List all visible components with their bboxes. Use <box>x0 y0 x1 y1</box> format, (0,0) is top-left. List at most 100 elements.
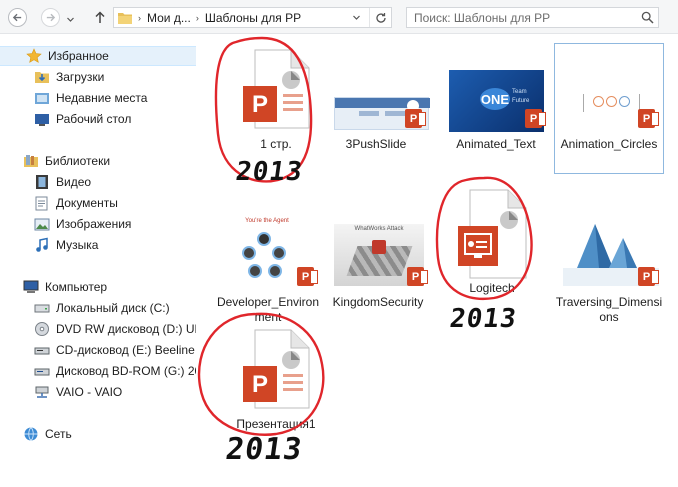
slide-thumbnail: P <box>559 44 660 134</box>
file-name: 1 стр. <box>260 137 292 151</box>
file-name: Презентация1 <box>236 417 316 431</box>
libraries-icon <box>23 153 39 169</box>
file-item[interactable]: You're the Agent P Developer_Environment <box>213 202 323 332</box>
search-icon[interactable] <box>636 11 658 24</box>
handwritten-year-annotation: 2013 <box>447 304 519 334</box>
back-arrow-icon <box>12 13 22 22</box>
powerpoint-file-icon: P <box>226 44 326 134</box>
up-button[interactable] <box>92 9 108 26</box>
sidebar-item-downloads[interactable]: Загрузки <box>34 67 104 87</box>
handwritten-year-annotation: 2013 <box>223 432 305 467</box>
slide-thumbnail: You're the Agent P <box>218 202 318 292</box>
breadcrumb-item-current[interactable]: Шаблоны для PP <box>205 11 301 25</box>
thumb-tag: Future <box>512 98 530 104</box>
sidebar-libraries[interactable]: Библиотеки <box>23 151 110 171</box>
sidebar-item-label: Дисковод BD-ROM (G:) 20 <box>56 364 196 378</box>
slide-thumbnail: WhatWorks Attack P <box>328 202 428 292</box>
sidebar-network[interactable]: Сеть <box>23 424 72 444</box>
file-name: KingdomSecurity <box>332 295 424 309</box>
sidebar-item-label: Изображения <box>56 217 132 231</box>
forward-arrow-icon <box>46 13 56 22</box>
sidebar-item-label: Музыка <box>56 238 99 252</box>
computer-icon <box>23 279 39 295</box>
thumb-tag: Team <box>512 89 527 95</box>
documents-library-icon <box>34 195 50 211</box>
sidebar-item-desktop[interactable]: Рабочий стол <box>34 109 131 129</box>
file-item[interactable]: ONE Team Future P Animated_Text <box>441 44 551 174</box>
refresh-button[interactable] <box>369 8 391 27</box>
file-item[interactable]: P Traversing_Dimensions <box>554 202 664 332</box>
dvd-drive-icon <box>34 321 50 337</box>
address-bar[interactable]: › Мои д... › Шаблоны для PP <box>113 7 392 28</box>
sidebar-item-label: VAIO - VAIO <box>56 385 123 399</box>
chevron-down-icon <box>352 15 360 20</box>
sidebar-item-label: CD-дисковод (E:) Beeline <box>56 343 195 357</box>
sidebar-item-drive-c[interactable]: Локальный диск (C:) <box>34 298 170 318</box>
navigation-bar: › Мои д... › Шаблоны для PP <box>0 0 678 34</box>
breadcrumb-item[interactable]: Мои д... <box>147 11 191 25</box>
sidebar-item-vaio[interactable]: VAIO - VAIO <box>34 382 122 402</box>
sidebar-item-label: DVD RW дисковод (D:) UN <box>56 322 196 336</box>
powerpoint-file-icon <box>442 178 542 290</box>
file-name: Traversing_Dimensions <box>555 295 663 324</box>
sidebar-section-label: Библиотеки <box>45 154 111 168</box>
sidebar-item-pictures[interactable]: Изображения <box>34 214 131 234</box>
thumb-title: You're the Agent <box>245 218 289 224</box>
sidebar-item-label: Недавние места <box>56 91 148 105</box>
sidebar-item-video[interactable]: Видео <box>34 172 91 192</box>
sidebar-item-drive-e[interactable]: CD-дисковод (E:) Beeline <box>34 340 195 360</box>
forward-button[interactable] <box>41 8 60 27</box>
sidebar-item-label: Загрузки <box>56 70 105 84</box>
pictures-library-icon <box>34 216 50 232</box>
sidebar-item-drive-d[interactable]: DVD RW дисковод (D:) UN <box>34 319 196 339</box>
svg-text:P: P <box>252 371 268 398</box>
slide-thumbnail: ONE Team Future P <box>446 44 546 134</box>
powerpoint-badge-icon: P <box>638 267 659 286</box>
file-name: Animated_Text <box>456 137 536 151</box>
powerpoint-badge-icon: P <box>525 109 546 128</box>
file-item-selected[interactable]: P Animation_Circles <box>554 43 664 174</box>
bd-drive-icon <box>34 363 50 379</box>
recent-places-icon <box>34 90 50 106</box>
up-arrow-icon <box>95 11 105 23</box>
video-library-icon <box>34 174 50 190</box>
sidebar-item-label: Документы <box>56 196 118 210</box>
powerpoint-badge-icon: P <box>638 109 659 128</box>
search-box[interactable] <box>406 7 659 28</box>
powerpoint-file-icon: P <box>226 324 326 414</box>
sidebar-item-recent-places[interactable]: Недавние места <box>34 88 147 108</box>
sidebar-favorites[interactable]: Избранное <box>0 46 196 66</box>
file-item[interactable]: P 1 стр. <box>221 44 331 174</box>
sidebar-item-label: Локальный диск (C:) <box>56 301 170 315</box>
hard-drive-icon <box>34 300 50 316</box>
sidebar-item-label: Видео <box>56 175 92 189</box>
file-item[interactable]: WhatWorks Attack P KingdomSecurity <box>323 202 433 332</box>
refresh-icon <box>375 12 386 23</box>
slide-thumbnail: P <box>326 44 430 134</box>
sidebar-section-label: Сеть <box>45 427 72 441</box>
sidebar-computer[interactable]: Компьютер <box>23 277 107 297</box>
sidebar-item-documents[interactable]: Документы <box>34 193 118 213</box>
navigation-pane: Избранное Загрузки Недавние места Рабочи… <box>0 40 196 487</box>
thumb-title: WhatWorks Attack <box>354 226 404 232</box>
file-name: 3PushSlide <box>345 137 407 151</box>
breadcrumb-separator-icon: › <box>195 12 199 23</box>
file-item[interactable]: P 3PushSlide <box>321 44 431 174</box>
svg-text:P: P <box>252 91 268 118</box>
search-input[interactable] <box>407 8 636 27</box>
powerpoint-badge-icon: P <box>297 267 318 286</box>
sidebar-item-drive-g[interactable]: Дисковод BD-ROM (G:) 20 <box>34 361 196 381</box>
recent-locations-dropdown[interactable] <box>66 13 75 27</box>
file-list: P 1 стр. P 3PushSlide ONE Team Future P <box>196 34 678 487</box>
network-drive-icon <box>34 384 50 400</box>
music-library-icon <box>34 237 50 253</box>
back-button[interactable] <box>8 8 27 27</box>
breadcrumb-separator-icon: › <box>138 12 141 23</box>
sidebar-item-music[interactable]: Музыка <box>34 235 98 255</box>
slide-thumbnail: P <box>559 202 659 292</box>
chevron-down-icon <box>67 17 74 22</box>
file-item[interactable]: Logitech <box>437 178 547 308</box>
sidebar-item-label: Рабочий стол <box>56 112 132 126</box>
address-dropdown[interactable] <box>347 8 365 27</box>
star-icon <box>26 48 42 64</box>
